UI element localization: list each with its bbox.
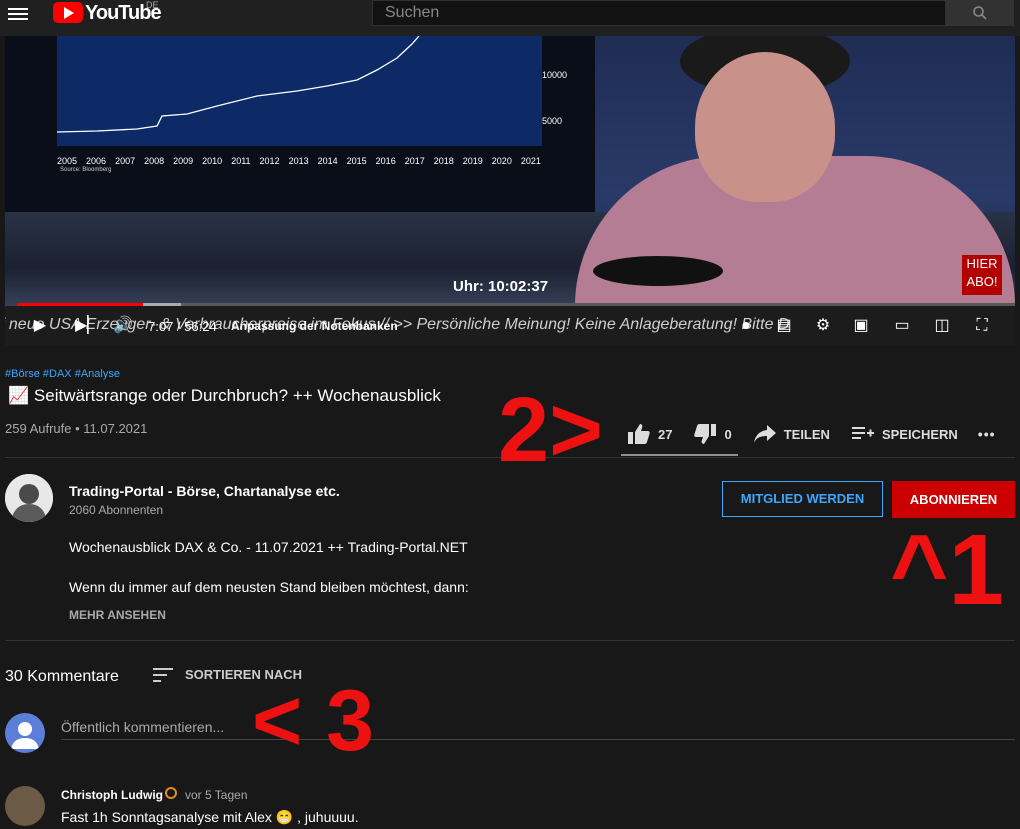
play-icon[interactable]: ▶: [31, 318, 49, 334]
annotation-two: 2>: [498, 379, 603, 481]
thumbs-down-icon: [694, 424, 717, 444]
subtitles-icon[interactable]: ▤: [775, 318, 793, 334]
annotation-three: < 3: [252, 673, 374, 769]
cast-icon[interactable]: ◫: [933, 318, 951, 334]
description-line: Wenn du immer auf dem neusten Stand blei…: [69, 579, 469, 595]
video-player[interactable]: 10000 5000 2005 2006 2007 2008 2009 2010 2011 2…: [5, 36, 1015, 346]
description-line: Wochenausblick DAX & Co. - 11.07.2021 ++…: [69, 539, 468, 555]
fullscreen-icon[interactable]: ⛶: [973, 318, 991, 334]
search-button[interactable]: [946, 0, 1014, 26]
comment-time[interactable]: vor 5 Tagen: [185, 788, 248, 802]
search-input[interactable]: Suchen: [372, 0, 946, 26]
like-ratio-bar: [621, 454, 738, 456]
channel-avatar-image: [5, 474, 53, 522]
autoplay-toggle-icon[interactable]: ●: [737, 318, 755, 334]
chart-y-label: 5000: [542, 116, 563, 126]
save-label: SPEICHERN: [881, 426, 958, 442]
host-face: [695, 52, 835, 202]
masthead: YouTube DE Suchen: [0, 0, 1020, 36]
chart-year-label: 2008: [144, 156, 165, 166]
subscriber-count: 2060 Abonnenten: [69, 503, 164, 517]
comment-count: 30 Kommentare: [5, 668, 119, 685]
dislike-count: 0: [724, 426, 732, 442]
show-more-button[interactable]: MEHR ANSEHEN: [69, 608, 166, 622]
share-label: TEILEN: [783, 426, 830, 442]
hier-abo-line2: ABO!: [966, 274, 998, 289]
chart-year-label: 2017: [404, 156, 425, 166]
settings-gear-icon[interactable]: ⚙: [814, 318, 832, 334]
dislike-button[interactable]: 0: [694, 424, 732, 444]
divider: [5, 640, 1015, 641]
chart-year-label: 2013: [288, 156, 309, 166]
search-placeholder: Suchen: [385, 4, 440, 21]
badge-icon: [165, 787, 177, 799]
views-and-date: 259 Aufrufe • 11.07.2021: [5, 421, 148, 436]
chart-year-label: 2019: [462, 156, 483, 166]
chart-year-label: 2009: [173, 156, 194, 166]
search-icon: [973, 6, 987, 20]
share-icon: [753, 425, 776, 443]
volume-icon[interactable]: 🔊: [113, 318, 133, 334]
chart-year-label: 2014: [317, 156, 338, 166]
video-title: 📈 Seitwärtsrange oder Durchbruch? ++ Woc…: [8, 386, 441, 406]
chart-x-axis: 2005 2006 2007 2008 2009 2010 2011 2012 2013 2014…: [57, 156, 541, 166]
chart-year-label: 2016: [375, 156, 396, 166]
thumbs-up-icon: [628, 424, 650, 444]
user-avatar-icon: [11, 722, 39, 749]
chart-year-label: 2010: [202, 156, 223, 166]
progress-played: [17, 303, 143, 306]
chart-line: [56, 36, 420, 133]
menu-icon[interactable]: [8, 5, 28, 21]
studio-clock: Uhr: 10:02:37: [453, 278, 549, 295]
chart-panel: [56, 36, 542, 146]
save-button[interactable]: SPEICHERN: [851, 426, 958, 442]
chart-year-label: 2006: [86, 156, 107, 166]
chart-year-label: 2021: [520, 156, 541, 166]
subscribe-button[interactable]: ABONNIEREN: [892, 481, 1015, 518]
miniplayer-icon[interactable]: ▣: [852, 318, 870, 334]
time-display: 7:07 / 56:24: [148, 319, 217, 334]
hier-abo-line1: HIER: [966, 256, 998, 271]
chart-year-label: 2020: [491, 156, 512, 166]
hier-abo-badge[interactable]: HIER ABO!: [962, 255, 1002, 295]
share-button[interactable]: TEILEN: [753, 425, 830, 443]
country-code: DE: [146, 0, 159, 10]
more-actions-icon[interactable]: •••: [978, 426, 996, 442]
commenter-avatar[interactable]: [5, 786, 45, 826]
like-count: 27: [658, 426, 673, 442]
chart-year-label: 2012: [259, 156, 280, 166]
like-button[interactable]: 27: [628, 424, 672, 444]
video-frame-chart: 10000 5000 2005 2006 2007 2008 2009 2010 2011 2…: [5, 36, 595, 212]
comment-input[interactable]: [61, 715, 1015, 740]
chart-year-label: 2015: [346, 156, 367, 166]
user-avatar: [5, 713, 45, 753]
chart-year-label: 2005: [57, 156, 78, 166]
sort-icon: [153, 667, 173, 682]
chart-y-label: 10000: [542, 70, 568, 80]
chart-year-label: 2011: [231, 156, 251, 166]
comment-author[interactable]: Christoph Ludwig: [61, 788, 163, 802]
chart-year-label: 2007: [115, 156, 136, 166]
progress-bar[interactable]: [17, 303, 1015, 306]
youtube-logo-icon[interactable]: [53, 2, 83, 23]
chapter-title[interactable]: Anpassung der Notenbanken: [231, 319, 398, 333]
host-cup: [593, 256, 723, 286]
join-member-button[interactable]: MITGLIED WERDEN: [722, 481, 883, 517]
chart-year-label: 2018: [433, 156, 454, 166]
annotation-one: ^1: [890, 514, 1005, 626]
video-title-text: Seitwärtsrange oder Durchbruch? ++ Woche…: [33, 386, 441, 405]
channel-avatar[interactable]: [5, 474, 53, 522]
comment-text: Fast 1h Sonntagsanalyse mit Alex 😁 , juh…: [61, 809, 359, 825]
next-icon[interactable]: ▶▏: [75, 318, 100, 334]
chart-source: Source: Bloomberg: [60, 167, 112, 173]
chart-emoji-icon: 📈: [8, 386, 30, 405]
theater-mode-icon[interactable]: ▭: [893, 318, 911, 334]
video-actions: 27 0 TEILEN SPEICHERN •••: [628, 424, 1018, 444]
hashtags[interactable]: #Börse #DAX #Analyse: [5, 368, 120, 380]
playlist-add-icon: [851, 427, 874, 439]
channel-name[interactable]: Trading-Portal - Börse, Chartanalyse etc…: [69, 483, 340, 499]
